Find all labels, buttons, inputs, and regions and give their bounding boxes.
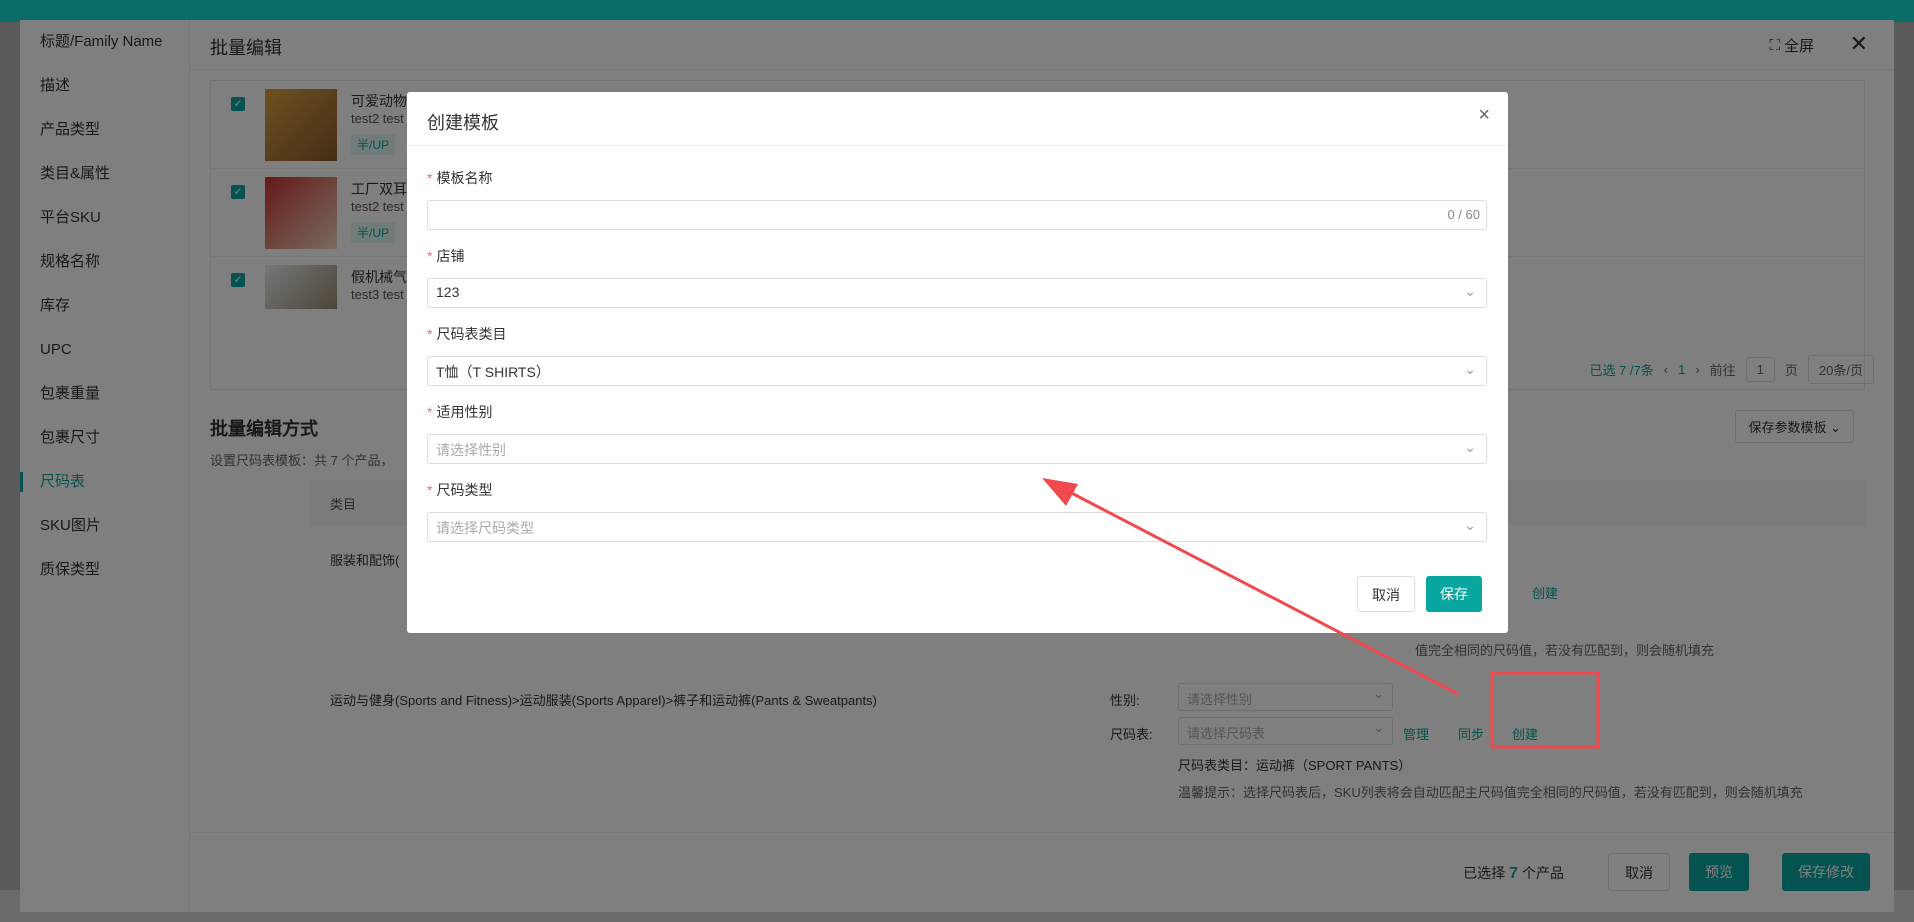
sidebar-item-package-weight[interactable]: 包裹重量: [20, 372, 189, 416]
gender-select-modal[interactable]: 请选择性别 ⌄: [427, 434, 1487, 464]
sidebar-item-product-type[interactable]: 产品类型: [20, 108, 189, 152]
modal-title: 创建模板: [427, 113, 499, 133]
char-counter: 0 / 60: [1447, 207, 1480, 222]
preview-button[interactable]: 预览: [1689, 853, 1749, 891]
product-thumbnail: [265, 265, 337, 309]
template-name-field: * 模板名称 0 / 60: [427, 168, 1487, 230]
sidebar-item-platform-sku[interactable]: 平台SKU: [20, 196, 189, 240]
drawer-close-icon[interactable]: ✕: [1850, 31, 1868, 57]
chevron-down-icon: ⌄: [1464, 361, 1476, 377]
sidebar-item-description[interactable]: 描述: [20, 64, 189, 108]
pager-page-unit: 页: [1784, 363, 1798, 378]
product-sub: test2 test: [351, 199, 404, 214]
size-chart-label: 尺码表:: [1110, 727, 1153, 742]
gender-select[interactable]: 请选择性别: [1178, 683, 1393, 711]
app-topbar: [0, 0, 1914, 22]
store-select[interactable]: 123 ⌄: [427, 278, 1487, 308]
cancel-button[interactable]: 取消: [1608, 853, 1670, 891]
drawer-sidebar: 标题/Family Name 描述 产品类型 类目&属性 平台SKU 规格名称 …: [20, 20, 190, 912]
chevron-down-icon: ⌄: [1464, 517, 1476, 533]
sidebar-item-package-size[interactable]: 包裹尺寸: [20, 416, 189, 460]
template-name-input[interactable]: 0 / 60: [427, 200, 1487, 230]
sidebar-item-spec-name[interactable]: 规格名称: [20, 240, 189, 284]
pager-size-select[interactable]: 20条/页: [1807, 355, 1874, 384]
drawer-footer: 已选择 7 个产品 取消 预览 保存修改: [190, 832, 1894, 912]
save-template-button[interactable]: 保存参数模板 ⌄: [1735, 410, 1854, 443]
section-subtitle: 设置尺码表模板：共 7 个产品，: [210, 453, 394, 468]
create-template-modal: 创建模板 × * 模板名称 0 / 60 * 店铺 123 ⌄ * 尺码表类目 T恤（…: [407, 92, 1508, 633]
fullscreen-button[interactable]: ⛶ 全屏: [1769, 35, 1814, 56]
save-changes-button[interactable]: 保存修改: [1782, 853, 1870, 891]
chevron-down-icon: ⌄: [1464, 439, 1476, 455]
sidebar-item-stock[interactable]: 库存: [20, 284, 189, 328]
product-checkbox[interactable]: ✓: [231, 185, 245, 199]
gender-label: 性别:: [1110, 693, 1140, 708]
product-sub: test3 test: [351, 287, 404, 302]
fullscreen-label: 全屏: [1783, 38, 1814, 55]
size-type-select[interactable]: 请选择尺码类型 ⌄: [427, 512, 1487, 542]
product-tag: 半/UP: [351, 134, 396, 155]
product-thumbnail: [265, 177, 337, 249]
row1-create-link[interactable]: 创建: [1532, 583, 1558, 602]
size-chart-select[interactable]: 请选择尺码表: [1178, 717, 1393, 745]
modal-header: 创建模板 ×: [407, 92, 1508, 146]
store-field: * 店铺 123 ⌄: [427, 246, 1487, 308]
pager-next-icon[interactable]: ›: [1695, 362, 1699, 377]
section-title: 批量编辑方式: [210, 419, 318, 439]
gender-field: * 适用性别 请选择性别 ⌄: [427, 402, 1487, 464]
row1-hint: 值完全相同的尺码值，若没有匹配到，则会随机填充: [1415, 643, 1715, 658]
sidebar-item-size-chart[interactable]: 尺码表: [20, 460, 189, 504]
drawer-title: 批量编辑: [210, 38, 282, 58]
chevron-down-icon: ⌄: [1464, 283, 1476, 299]
pager-prev-icon[interactable]: ‹: [1664, 362, 1668, 377]
sidebar-item-upc[interactable]: UPC: [20, 328, 189, 372]
size-category-select[interactable]: T恤（T SHIRTS） ⌄: [427, 356, 1487, 386]
product-sub: test2 test: [351, 111, 404, 126]
product-tag: 半/UP: [351, 222, 396, 243]
row-category: 服装和配饰(: [330, 553, 400, 568]
manage-link[interactable]: 管理: [1403, 724, 1429, 743]
product-checkbox[interactable]: ✓: [231, 273, 245, 287]
pager-goto-label: 前往: [1709, 363, 1736, 378]
size-type-field: * 尺码类型 请选择尺码类型 ⌄: [427, 480, 1487, 542]
sidebar-item-sku-image[interactable]: SKU图片: [20, 504, 189, 548]
sidebar-item-warranty[interactable]: 质保类型: [20, 548, 189, 592]
modal-close-icon[interactable]: ×: [1478, 104, 1490, 127]
product-thumbnail: [265, 89, 337, 161]
modal-save-button[interactable]: 保存: [1426, 576, 1482, 612]
size-category-field: * 尺码表类目 T恤（T SHIRTS） ⌄: [427, 324, 1487, 386]
pager-goto-input[interactable]: 1: [1745, 357, 1775, 382]
sync-link[interactable]: 同步: [1458, 724, 1484, 743]
drawer-header: 批量编辑 ⛶ 全屏 ✕: [190, 20, 1894, 70]
sidebar-item-category[interactable]: 类目&属性: [20, 152, 189, 196]
row-category: 运动与健身(Sports and Fitness)>运动服装(Sports Ap…: [330, 693, 877, 708]
pager-current-page[interactable]: 1: [1678, 362, 1685, 377]
modal-cancel-button[interactable]: 取消: [1357, 576, 1415, 612]
size-chart-category: 尺码表类目：运动裤（SPORT PANTS）: [1178, 758, 1412, 773]
fullscreen-icon: ⛶: [1769, 37, 1780, 54]
pager-selected: 已选 7 /7条: [1589, 363, 1654, 378]
selected-count: 已选择 7 个产品: [1463, 865, 1564, 882]
sidebar-item-title[interactable]: 标题/Family Name: [20, 20, 189, 64]
product-checkbox[interactable]: ✓: [231, 97, 245, 111]
create-link[interactable]: 创建: [1512, 724, 1538, 743]
pagination: 已选 7 /7条 ‹ 1 › 前往 1 页 20条/页: [1589, 355, 1874, 384]
size-chart-hint: 温馨提示：选择尺码表后，SKU列表将会自动匹配主尺码值完全相同的尺码值，若没有匹…: [1178, 785, 1803, 800]
